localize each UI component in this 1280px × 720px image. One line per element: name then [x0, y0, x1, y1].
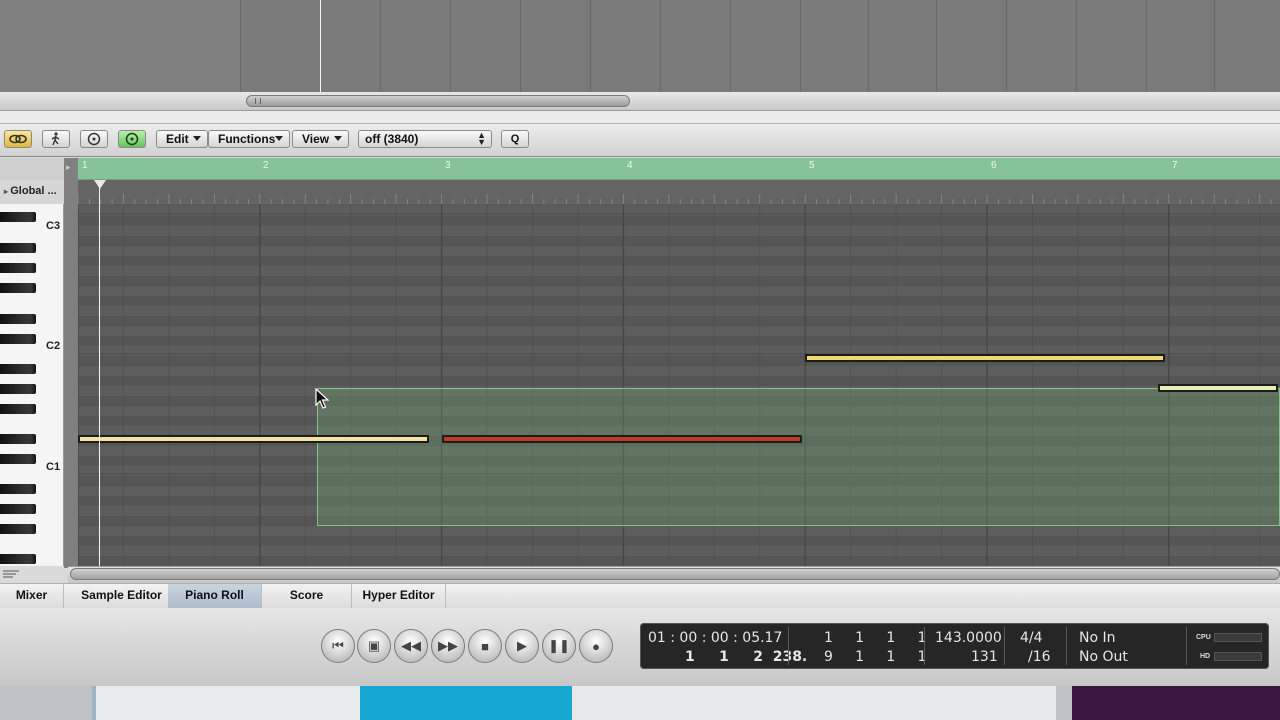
pause-button[interactable]: ❚❚ [542, 629, 576, 663]
right-locator: 9 1 1 1 [824, 649, 927, 665]
play-icon: ▶ [517, 638, 527, 653]
go-to-start-icon: ⏮ [332, 638, 344, 653]
fast-forward-icon: ▶▶ [438, 638, 458, 653]
background-window [1072, 686, 1280, 720]
background-window [360, 686, 572, 720]
lcd-separator [1066, 627, 1067, 665]
signature-division: /16 [1028, 649, 1051, 665]
cpu-meter [1214, 633, 1262, 642]
left-locator: 1 1 1 1 [824, 630, 927, 646]
piano-roll-scroll-thumb[interactable] [70, 568, 1280, 580]
playhead[interactable] [99, 182, 100, 566]
play-from-selection-button[interactable]: ▣ [357, 629, 391, 663]
midi-in-status: No In [1079, 630, 1116, 646]
background-window [572, 686, 1056, 720]
rewind-button[interactable]: ◀◀ [394, 629, 428, 663]
tab-mixer[interactable]: Mixer [0, 584, 64, 608]
cpu-label: CPU [1196, 634, 1211, 641]
notes-layer [0, 0, 1280, 566]
play-selection-icon: ▣ [367, 638, 381, 653]
background-window [96, 686, 360, 720]
playhead-marker[interactable] [94, 180, 106, 189]
hd-meter [1214, 652, 1262, 661]
fast-forward-button[interactable]: ▶▶ [431, 629, 465, 663]
smpte-position: 01 : 00 : 00 : 05.17 [648, 630, 783, 646]
midi-note[interactable] [1157, 384, 1278, 392]
mouse-cursor-icon [315, 388, 330, 409]
stop-button[interactable]: ■ [468, 629, 502, 663]
midi-note[interactable] [805, 354, 1166, 362]
midi-note[interactable] [78, 435, 429, 443]
go-to-start-button[interactable]: ⏮ [321, 629, 355, 663]
lcd-separator [1004, 627, 1005, 665]
midi-note[interactable] [441, 435, 802, 443]
record-button[interactable]: ● [579, 629, 613, 663]
division-value: 131 [971, 649, 998, 665]
hd-label: HD [1200, 653, 1211, 660]
tab-score[interactable]: Score [262, 584, 352, 608]
tempo-value: 143.0000 [935, 630, 1002, 646]
tab-sample-editor[interactable]: Sample Editor [64, 584, 180, 608]
lcd-separator [788, 627, 789, 665]
stop-icon: ■ [481, 638, 489, 654]
zoom-lines-icon[interactable] [0, 566, 22, 582]
rewind-icon: ◀◀ [401, 638, 421, 653]
tab-piano-roll[interactable]: Piano Roll [168, 584, 262, 608]
midi-out-status: No Out [1079, 649, 1128, 665]
lcd-separator [924, 627, 925, 665]
lcd-separator [1186, 627, 1187, 665]
tab-hyper-editor[interactable]: Hyper Editor [352, 584, 446, 608]
pause-icon: ❚❚ [548, 638, 570, 653]
record-icon: ● [592, 638, 600, 654]
play-button[interactable]: ▶ [505, 629, 539, 663]
time-signature: 4/4 [1020, 630, 1043, 646]
